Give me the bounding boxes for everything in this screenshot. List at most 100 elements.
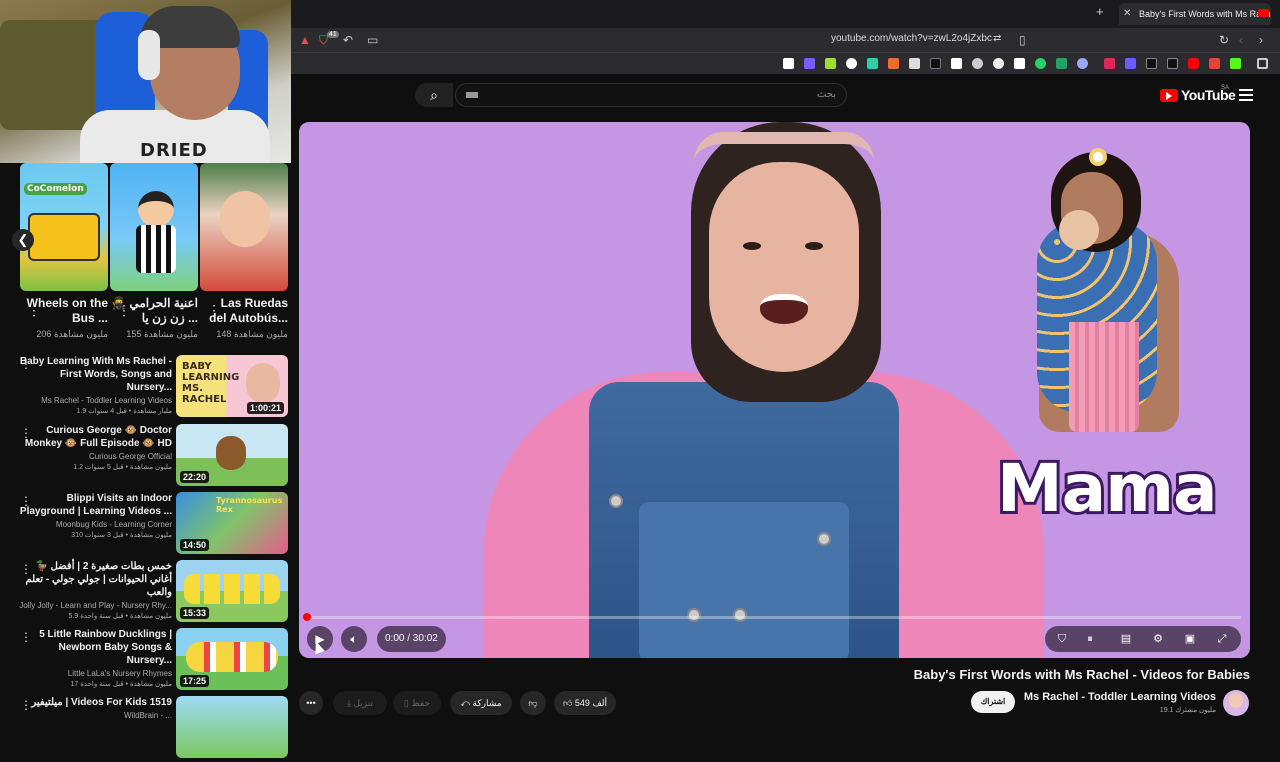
video-title[interactable]: 5 Little Rainbow Ducklings | Newborn Bab… — [14, 628, 172, 667]
short-thumbnail[interactable] — [200, 163, 288, 291]
subscribe-button[interactable]: اشتراك — [971, 691, 1015, 713]
video-thumbnail[interactable]: BABY LEARNING MS. RACHEL 1:00:21 — [176, 355, 288, 417]
bookmark-icon[interactable] — [888, 58, 899, 69]
list-item[interactable]: ⋮ Baby Learning With Ms Rachel - First W… — [0, 355, 291, 421]
bookmark-icon[interactable] — [846, 58, 857, 69]
pause-toggle-icon[interactable]: ⏸︎ — [1079, 626, 1101, 652]
close-icon[interactable]: ✕ — [1123, 3, 1131, 25]
channel-name[interactable]: WildBrain - ... — [14, 711, 172, 720]
bookmark-icon[interactable] — [867, 58, 878, 69]
subtitles-icon[interactable]: ▤ — [1115, 626, 1137, 652]
bookmark-icon[interactable] — [1104, 58, 1115, 69]
screen-icon[interactable]: ▭ — [367, 33, 378, 47]
short-thumbnail[interactable]: CoComelon — [20, 163, 108, 291]
avatar[interactable] — [1223, 690, 1249, 716]
channel-name[interactable]: Ms Rachel - Toddler Learning Videos — [14, 396, 172, 405]
list-item[interactable]: ⋮ Curious George 🐵 Doctor Monkey 🐵 Full … — [0, 424, 291, 490]
video-thumbnail[interactable] — [176, 696, 288, 758]
bookmark-icon[interactable] — [972, 58, 983, 69]
channel-name[interactable]: Ms Rachel - Toddler Learning Videos — [1024, 691, 1216, 703]
video-title[interactable]: ميلتيفير | Videos For Kids 1519 — [14, 696, 172, 709]
more-vert-icon[interactable]: ⋮ — [27, 302, 41, 319]
brave-rewards-icon[interactable]: ▲ — [299, 33, 311, 47]
video-title[interactable]: Blippi Visits an Indoor Playground | Lea… — [14, 492, 172, 518]
bookmark-icon[interactable] — [783, 58, 794, 69]
tiktok-icon[interactable] — [1146, 58, 1157, 69]
chevron-left-icon[interactable]: ❮ — [12, 229, 34, 251]
settings-gear-icon[interactable]: ⚙︎ — [1147, 626, 1169, 652]
search-icon[interactable]: ⌕ — [415, 83, 453, 107]
more-actions-button[interactable]: ••• — [299, 691, 323, 715]
bookmark-icon[interactable] — [1077, 58, 1088, 69]
short-thumbnail[interactable] — [110, 163, 198, 291]
video-title[interactable]: Baby Learning With Ms Rachel - First Wor… — [14, 355, 172, 394]
grid-icon[interactable] — [1257, 58, 1268, 69]
bookmark-icon[interactable] — [1014, 58, 1025, 69]
list-item[interactable]: ⋮ Blippi Visits an Indoor Playground | L… — [0, 492, 291, 558]
bookmark-icon[interactable] — [909, 58, 920, 69]
undo-icon[interactable]: ↶ — [343, 33, 353, 47]
reload-icon[interactable]: ↻ — [1219, 33, 1229, 47]
share-button[interactable]: ⤺ مشاركة — [450, 691, 512, 715]
progress-scrubber[interactable] — [303, 613, 311, 621]
tune-icon[interactable]: ⇄ — [993, 33, 1001, 44]
video-title[interactable]: 🦆 خمس بطات صغيرة 2 | أفضل أغاني الحيوانا… — [14, 560, 173, 599]
thumbs-down-icon[interactable]: 👎︎ — [520, 691, 546, 715]
shield-icon[interactable]: ⛉ — [1051, 626, 1073, 652]
whatsapp-icon[interactable] — [1035, 58, 1046, 69]
fullscreen-icon[interactable]: ⤢ — [1211, 626, 1233, 652]
download-button[interactable]: ⤓ تنزيل — [333, 691, 387, 715]
bookmark-icon[interactable] — [1125, 58, 1136, 69]
bookmark-icon[interactable] — [1056, 58, 1067, 69]
x-icon[interactable] — [1167, 58, 1178, 69]
bookmark-icon[interactable] — [825, 58, 836, 69]
list-item[interactable]: ⋮ ميلتيفير | Videos For Kids 1519 WildBr… — [0, 696, 291, 762]
back-icon[interactable]: ‹ — [1239, 33, 1243, 47]
progress-bar[interactable] — [305, 616, 1241, 619]
list-item[interactable]: ⋮ 5 Little Rainbow Ducklings | Newborn B… — [0, 628, 291, 694]
bookmark-icon[interactable] — [993, 58, 1004, 69]
duration-badge: 14:50 — [180, 539, 210, 551]
video-info: ميلتيفير | Videos For Kids 1519 WildBrai… — [14, 696, 172, 720]
new-tab-button[interactable]: + — [1096, 4, 1104, 19]
video-thumbnail[interactable]: 22:20 — [176, 424, 288, 486]
video-info: 🦆 خمس بطات صغيرة 2 | أفضل أغاني الحيوانا… — [14, 560, 172, 620]
menu-icon[interactable] — [1239, 89, 1253, 101]
video-thumbnail[interactable]: 17:25 — [176, 628, 288, 690]
browser-tab-active[interactable]: Baby's First Words with Ms Rache... — [1119, 3, 1271, 25]
channel-name[interactable]: Jolly Jolly - Learn and Play - Nursery R… — [14, 601, 172, 610]
channel-name[interactable]: Moonbug Kids - Learning Corner — [14, 520, 172, 529]
list-item[interactable]: ⋮ 🦆 خمس بطات صغيرة 2 | أفضل أغاني الحيوا… — [0, 560, 291, 626]
download-label: تنزيل — [353, 698, 373, 708]
bookmark-icon[interactable] — [930, 58, 941, 69]
ducklings-graphic — [184, 574, 280, 604]
short-title[interactable]: اعنية الحرامي 🥷 زن زن يا ... — [110, 296, 198, 326]
baby-character — [220, 191, 270, 247]
thumbnail-text: BABY LEARNING MS. RACHEL — [182, 361, 240, 405]
video-player[interactable]: Mama ▶ 🔈︎ 0:00 / 30:02 ⛉ ⏸︎ ▤ ⚙︎ ▣ ⤢ — [299, 122, 1250, 658]
channel-name[interactable]: Little LaLa's Nursery Rhymes — [14, 669, 172, 678]
volume-icon[interactable]: 🔈︎ — [341, 626, 367, 652]
gmail-icon[interactable] — [1209, 58, 1220, 69]
forward-icon[interactable]: › — [1259, 33, 1263, 47]
video-thumbnail[interactable]: 15:33 — [176, 560, 288, 622]
url-field[interactable]: youtube.com/watch?v=zwL2o4jZxbc — [831, 33, 992, 44]
monkey-graphic — [216, 436, 246, 470]
youtube-header: ⌕ بحث YouTube SA — [291, 74, 1280, 120]
channel-name[interactable]: Curious George Official — [14, 452, 172, 461]
kick-icon[interactable] — [1230, 58, 1241, 69]
short-title[interactable]: Las Ruedas del Autobús... — [200, 296, 288, 326]
flower-icon — [1089, 148, 1107, 166]
robber-character — [138, 191, 174, 227]
save-button[interactable]: ▯ حفظ — [393, 691, 441, 715]
miniplayer-icon[interactable]: ▣ — [1179, 626, 1201, 652]
youtube-icon[interactable] — [1188, 58, 1199, 69]
browser-address-bar: ▲ ⛉ 41 ↶ ▭ youtube.com/watch?v=zwL2o4jZx… — [291, 28, 1280, 52]
bookmark-icon[interactable] — [951, 58, 962, 69]
bookmark-icon[interactable]: ▯ — [1019, 33, 1026, 47]
video-title[interactable]: Curious George 🐵 Doctor Monkey 🐵 Full Ep… — [14, 424, 172, 450]
like-button[interactable]: 👍︎ 549 ألف — [554, 691, 616, 715]
search-input[interactable]: بحث — [455, 83, 847, 107]
video-thumbnail[interactable]: Tyrannosaurus Rex 14:50 — [176, 492, 288, 554]
bookmark-icon[interactable] — [804, 58, 815, 69]
